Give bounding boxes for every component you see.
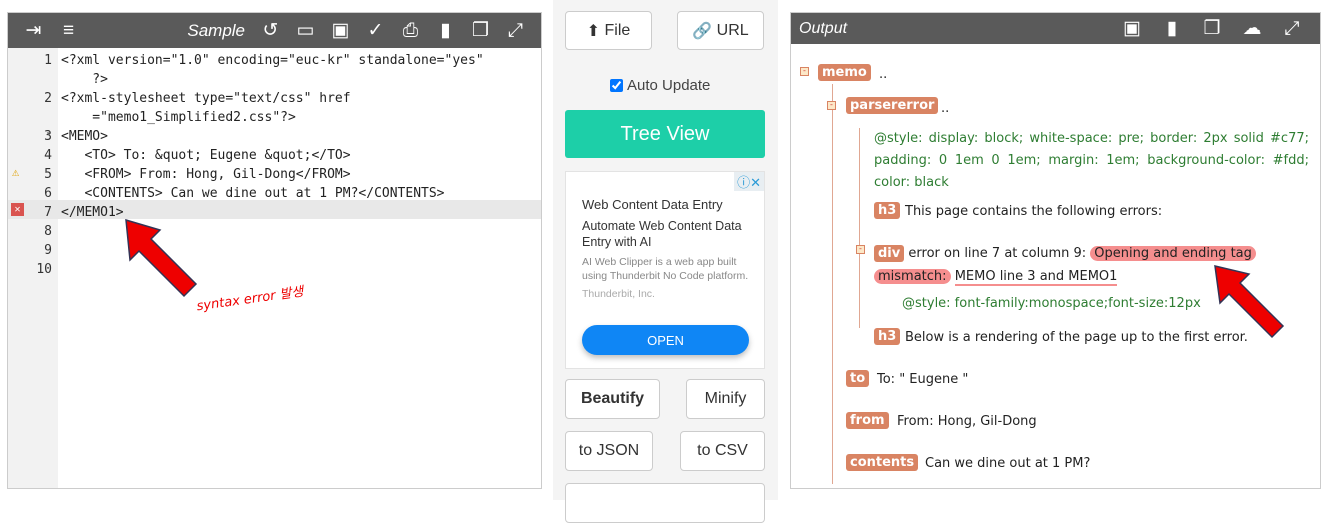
ad-title: Web Content Data Entry	[582, 197, 723, 212]
collapse-div-toggle[interactable]: -	[856, 245, 865, 254]
line-number: 9	[44, 243, 52, 258]
annotation-text: syntax error 발생	[195, 284, 305, 315]
line-number: 8	[44, 224, 52, 239]
line-number: 1	[44, 53, 52, 68]
from-text: From: Hong, Gil-Dong	[897, 414, 1037, 429]
parsererror-dots: ..	[941, 101, 950, 116]
advertisement[interactable]: ⓘ✕ Web Content Data Entry Automate Web C…	[565, 171, 765, 369]
expand-icon[interactable]: ⤢	[1272, 18, 1312, 40]
contents-text: Can we dine out at 1 PM?	[925, 456, 1091, 471]
ad-advertiser: Thunderbit, Inc.	[582, 288, 655, 300]
tag-contents[interactable]: contents	[846, 454, 919, 471]
beautify-button[interactable]: Beautify	[565, 379, 660, 419]
h3-text-2: Below is a rendering of the page up to t…	[905, 330, 1248, 345]
format-icon[interactable]: ≡	[51, 20, 86, 42]
upload-icon: ⬆	[586, 22, 605, 40]
ad-info-close-icon[interactable]: ⓘ✕	[734, 172, 764, 191]
collapse-memo-toggle[interactable]: -	[800, 67, 809, 76]
url-label: URL	[716, 21, 749, 39]
tag-div[interactable]: div	[874, 245, 905, 262]
line-number: 4	[44, 148, 52, 163]
code-line: <FROM> From: Hong, Gil-Dong</FROM>	[61, 167, 351, 182]
div-style: @style: font-family:monospace;font-size:…	[902, 296, 1201, 311]
code-line: <CONTENTS> Can we dine out at 1 PM?</CON…	[61, 186, 445, 201]
code-line: <?xml-stylesheet type="text/css" href	[61, 91, 351, 106]
indent-icon[interactable]: ⇥	[16, 19, 51, 42]
tree-line	[859, 128, 860, 328]
check-icon[interactable]: ✓	[358, 19, 393, 42]
line-number: 6	[44, 186, 52, 201]
tag-from[interactable]: from	[846, 412, 889, 429]
to-text: To: " Eugene "	[877, 372, 969, 387]
fold-arrow-icon[interactable]: ▾	[46, 129, 51, 138]
warning-icon: ⚠	[12, 165, 20, 179]
output-title: Output	[799, 19, 848, 37]
url-button[interactable]: 🔗 URL	[677, 11, 764, 50]
code-line: ="memo1_Simplified2.css"?>	[61, 110, 296, 125]
copy-icon[interactable]: ❐	[463, 19, 498, 42]
parsererror-style: @style: display: block; white-space: pre…	[874, 131, 1309, 190]
code-area[interactable]: 1 <?xml version="1.0" encoding="euc-kr" s…	[8, 48, 541, 488]
controls-column: ⬆ File 🔗 URL Auto Update Tree View ⓘ✕ We…	[553, 0, 778, 523]
minify-button[interactable]: Minify	[686, 379, 765, 419]
tag-parsererror[interactable]: parsererror	[846, 97, 939, 114]
link-icon: 🔗	[692, 22, 717, 40]
tag-to[interactable]: to	[846, 370, 870, 387]
code-line: <?xml version="1.0" encoding="euc-kr" st…	[61, 53, 484, 68]
line-number: 10	[36, 262, 52, 277]
memo-dots: ..	[879, 67, 888, 82]
to-json-button[interactable]: to JSON	[565, 431, 653, 471]
save-icon[interactable]: ▣	[323, 19, 358, 42]
output-panel: Output ▣ ▮ ❐ ☁ ⤢ - memo .. - parsererror…	[790, 12, 1321, 489]
error-detail: MEMO line 3 and MEMO1	[954, 269, 1118, 286]
ad-open-button[interactable]: OPEN	[582, 325, 749, 355]
line-number: 2	[44, 91, 52, 106]
tag-h3[interactable]: h3	[874, 202, 901, 219]
editor-title: Sample	[187, 20, 245, 40]
to-csv-button[interactable]: to CSV	[680, 431, 765, 471]
code-line: </MEMO1>	[61, 205, 124, 220]
collapse-parsererror-toggle[interactable]: -	[827, 101, 836, 110]
ad-body: AI Web Clipper is a web app built using …	[582, 256, 749, 282]
file-button[interactable]: ⬆ File	[565, 11, 652, 50]
trash-icon[interactable]: ▮	[1152, 17, 1192, 40]
error-prefix: error on line 7 at column 9:	[908, 246, 1091, 261]
xml-editor-panel: ⇥ ≡ Sample ↺ ▭ ▣ ✓ ⎙ ▮ ❐ ⤢ 1 <?xml versio…	[7, 12, 542, 489]
history-icon[interactable]: ↺	[253, 19, 288, 42]
trash-icon[interactable]: ▮	[428, 19, 463, 42]
more-button[interactable]	[565, 483, 765, 523]
code-line: <MEMO>	[61, 129, 108, 144]
tag-memo[interactable]: memo	[818, 64, 871, 81]
save-icon[interactable]: ▣	[1112, 17, 1152, 40]
red-arrow-annotation	[125, 218, 198, 298]
h3-text-1: This page contains the following errors:	[905, 204, 1163, 219]
output-tree: - memo .. - parsererror .. @style: displ…	[791, 44, 1320, 488]
editor-toolbar: ⇥ ≡ Sample ↺ ▭ ▣ ✓ ⎙ ▮ ❐ ⤢	[8, 13, 541, 48]
file-label: File	[604, 21, 631, 39]
cloud-download-icon[interactable]: ☁	[1232, 17, 1272, 40]
tree-line	[832, 84, 833, 484]
auto-update-input[interactable]	[610, 79, 623, 92]
error-icon: ✕	[11, 203, 24, 216]
folder-icon[interactable]: ▭	[288, 19, 323, 42]
tag-h3[interactable]: h3	[874, 328, 901, 345]
expand-icon[interactable]: ⤢	[498, 20, 533, 42]
auto-update-label: Auto Update	[627, 77, 711, 94]
error-highlight: Opening and ending tag	[1090, 246, 1256, 261]
copy-icon[interactable]: ❐	[1192, 17, 1232, 40]
ad-headline: Automate Web Content Data Entry with AI	[582, 219, 742, 249]
red-arrow-annotation	[1214, 265, 1285, 339]
print-icon[interactable]: ⎙	[393, 20, 428, 42]
error-highlight-2: mismatch:	[874, 269, 951, 284]
auto-update-checkbox[interactable]: Auto Update	[610, 77, 710, 94]
code-line: <TO> To: &quot; Eugene &quot;</TO>	[61, 148, 351, 163]
code-line: ?>	[61, 72, 108, 87]
output-toolbar: Output ▣ ▮ ❐ ☁ ⤢	[791, 13, 1320, 44]
tree-view-button[interactable]: Tree View	[565, 110, 765, 158]
